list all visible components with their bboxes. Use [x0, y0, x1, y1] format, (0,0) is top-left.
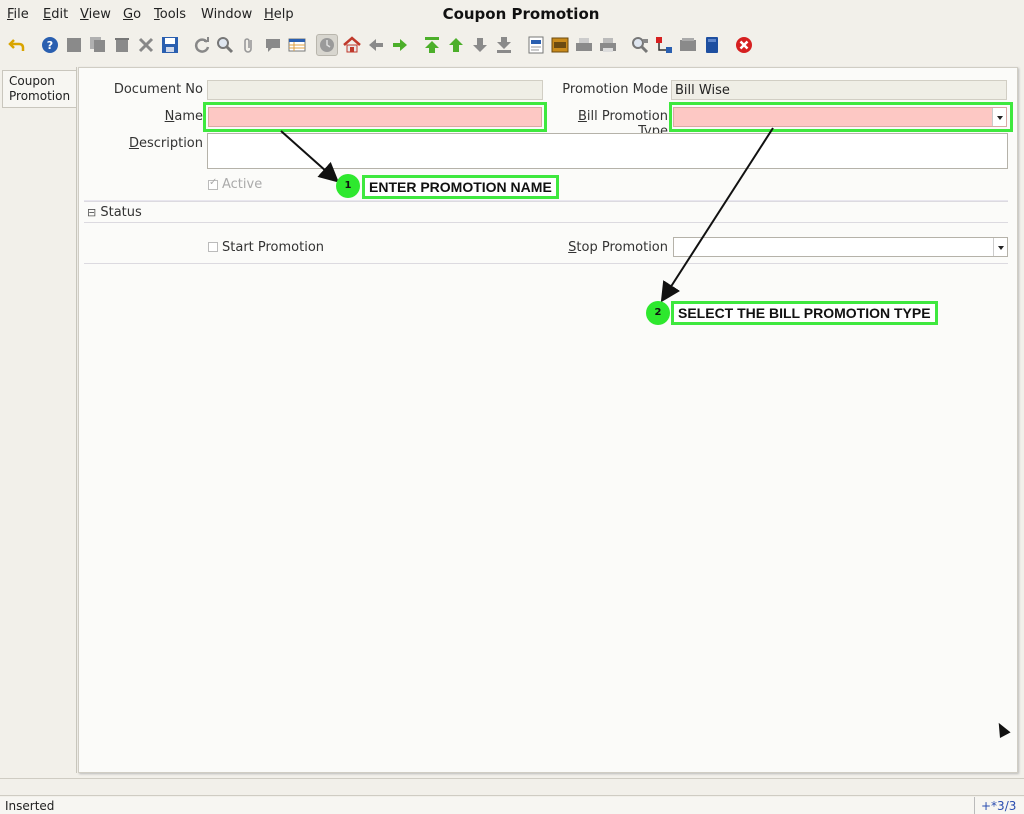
annotation-arrows — [280, 127, 774, 303]
arrow-2 — [660, 127, 774, 303]
annotation-callout-1: ENTER PROMOTION NAME — [362, 175, 559, 199]
status-message: Inserted — [5, 799, 55, 813]
annotation-badge-1: 1 — [336, 174, 360, 198]
arrow-1 — [280, 130, 339, 183]
annotation-callout-2: SELECT THE BILL PROMOTION TYPE — [671, 301, 938, 325]
status-bar: Inserted — [0, 797, 1024, 814]
record-info[interactable]: +*3/3 — [974, 797, 1024, 814]
status-strip — [0, 778, 1024, 796]
annotation-badge-2: 2 — [646, 301, 670, 325]
